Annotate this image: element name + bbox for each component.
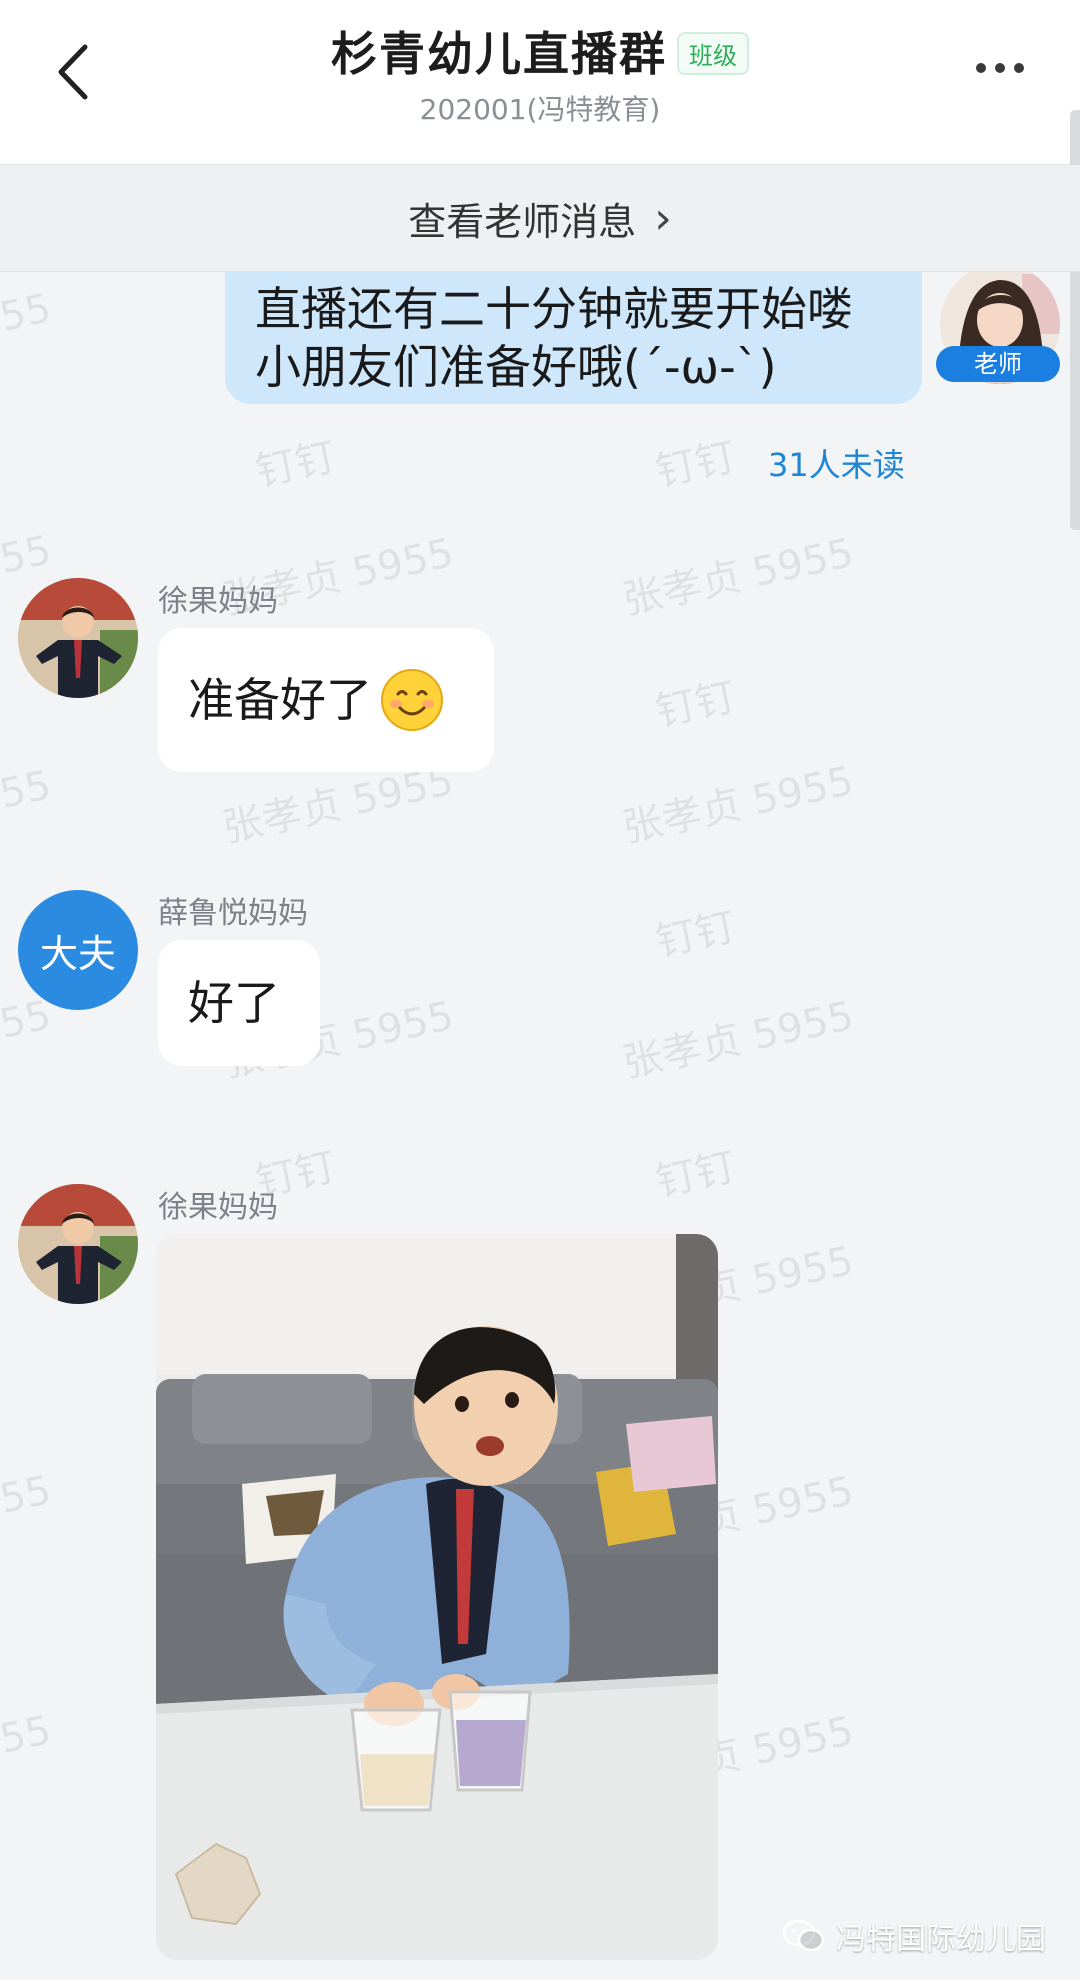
watermark: 55	[0, 527, 56, 583]
sender-name: 徐果妈妈	[158, 1190, 278, 1225]
smiling-face-icon	[381, 669, 443, 731]
chat-area[interactable]: 55 钉钉 钉钉 55 张孝贞 5955 张孝贞 5955 钉钉 55 张孝贞 …	[0, 272, 1080, 1980]
more-options-button[interactable]	[960, 40, 1040, 96]
sender-name: 薛鲁悦妈妈	[158, 896, 308, 931]
message-bubble[interactable]: 准备好了	[158, 628, 494, 772]
child-photo	[18, 578, 138, 698]
photo-of-child-with-cups	[156, 1234, 718, 1960]
avatar[interactable]	[18, 1184, 138, 1304]
message-bubble[interactable]: 直播还有二十分钟就要开始喽 小朋友们准备好哦(´-ω-`)	[225, 272, 922, 404]
wechat-icon	[782, 1919, 825, 1952]
more-dot-icon	[976, 63, 986, 73]
brand-watermark: 冯特国际幼儿园	[782, 1914, 1046, 1958]
avatar[interactable]	[18, 578, 138, 698]
message-text: 直播还有二十分钟就要开始喽 小朋友们准备好哦(´-ω-`)	[255, 282, 853, 394]
avatar-initials: 大夫	[39, 931, 116, 976]
watermark: 钉钉	[651, 674, 740, 736]
unread-count[interactable]: 31人未读	[768, 440, 905, 486]
watermark: 钉钉	[651, 434, 740, 496]
teacher-bar-label: 查看老师消息	[408, 199, 637, 244]
chat-header: 杉青幼儿直播群 班级 202001(冯特教育)	[0, 0, 1080, 530]
message-text: 好了	[188, 976, 280, 1030]
watermark: 钉钉	[651, 1144, 740, 1206]
watermark: 55	[0, 1707, 56, 1763]
watermark: 55	[0, 762, 56, 818]
message-text: 准备好了	[188, 673, 372, 727]
teacher-role-tag: 老师	[936, 346, 1060, 382]
child-photo	[18, 1184, 138, 1304]
watermark: 张孝贞 5955	[618, 758, 858, 852]
sender-name: 徐果妈妈	[158, 584, 278, 619]
more-dot-icon	[995, 63, 1005, 73]
more-dot-icon	[1014, 63, 1024, 73]
group-title[interactable]: 杉青幼儿直播群	[331, 18, 667, 84]
group-subtitle: 202001(冯特教育)	[419, 93, 661, 126]
watermark: 张孝贞 5955	[618, 530, 858, 624]
watermark: 55	[0, 1467, 56, 1523]
image-attachment[interactable]	[156, 1234, 718, 1960]
watermark: 55	[0, 285, 56, 341]
brand-label: 冯特国际幼儿园	[836, 1922, 1046, 1957]
watermark: 张孝贞 5955	[618, 993, 858, 1087]
watermark: 钉钉	[251, 434, 340, 496]
class-badge: 班级	[677, 31, 749, 75]
title-row: 杉青幼儿直播群 班级	[0, 18, 1080, 84]
watermark: 钉钉	[651, 904, 740, 966]
message-bubble[interactable]: 好了	[158, 940, 320, 1066]
view-teacher-messages-bar[interactable]: 查看老师消息 ›	[0, 165, 1080, 272]
avatar[interactable]: 大夫	[18, 890, 138, 1010]
chevron-right-icon: ›	[654, 192, 672, 244]
